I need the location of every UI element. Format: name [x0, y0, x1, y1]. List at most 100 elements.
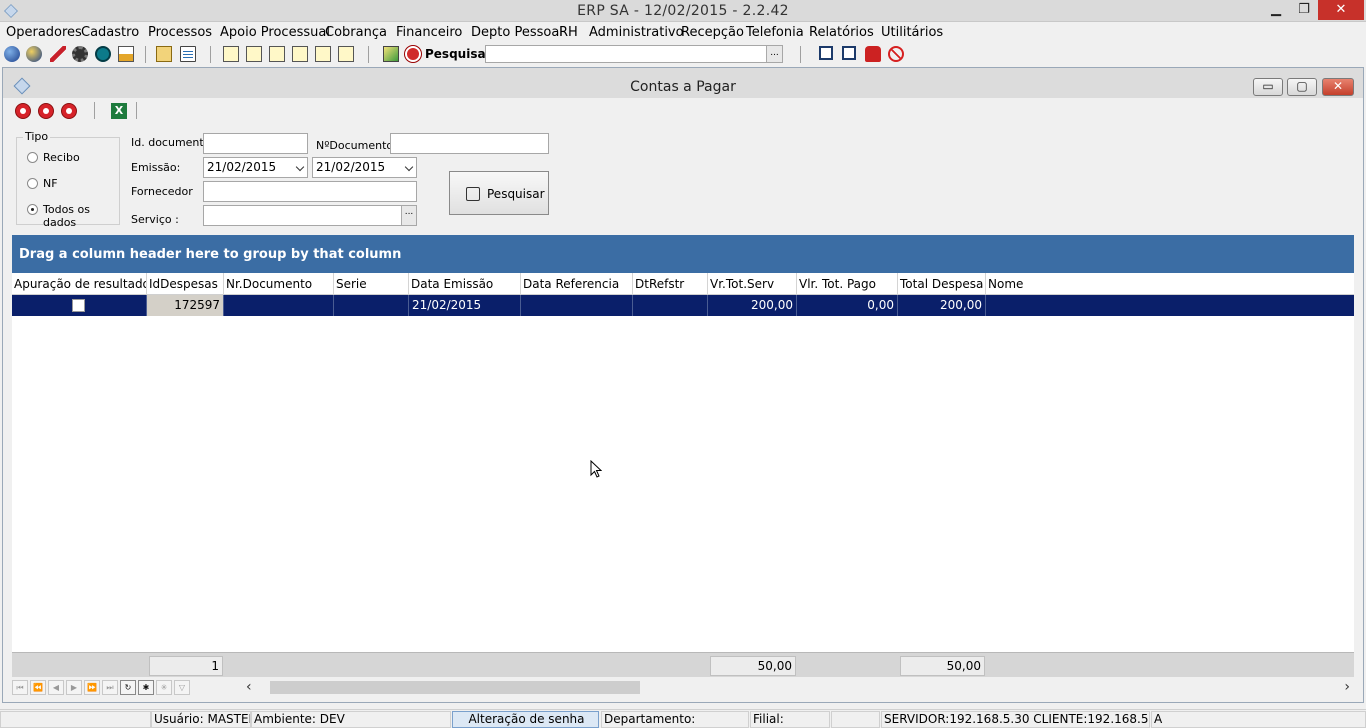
cell-apuracao[interactable]: [12, 295, 147, 316]
globe-icon[interactable]: [26, 46, 42, 62]
child-minimize-button[interactable]: ▭: [1253, 78, 1283, 96]
menu-depto-pessoal[interactable]: Depto Pessoal: [471, 25, 563, 40]
radio-todos-label[interactable]: Todos os dados: [43, 203, 119, 229]
column-apuracao[interactable]: Apuração de resultado: [12, 273, 147, 295]
nav-last-button[interactable]: ⏭: [102, 680, 118, 695]
document-icon[interactable]: [180, 46, 196, 62]
column-total-despesa[interactable]: Total Despesa: [898, 273, 986, 295]
remove-circle-icon[interactable]: [38, 103, 54, 119]
edit-icon[interactable]: [383, 46, 399, 62]
child-close-button[interactable]: ✕: [1322, 78, 1354, 96]
globe-icon[interactable]: [4, 46, 20, 62]
scrollbar-thumb[interactable]: [270, 681, 640, 694]
refresh-icon[interactable]: ↻: [120, 680, 136, 695]
block-icon[interactable]: [888, 46, 904, 62]
phone-icon[interactable]: [865, 46, 881, 62]
cell-data-referencia[interactable]: [521, 295, 633, 316]
column-data-referencia[interactable]: Data Referencia: [521, 273, 633, 295]
menu-financeiro[interactable]: Financeiro: [396, 25, 462, 40]
notebook-icon[interactable]: [338, 46, 354, 62]
cell-data-emissao[interactable]: 21/02/2015: [409, 295, 521, 316]
id-documento-field[interactable]: [203, 133, 308, 154]
folder-open-icon[interactable]: [156, 46, 172, 62]
table-row[interactable]: 172597 21/02/2015 200,00 0,00 200,00: [12, 295, 1354, 316]
menu-operadores[interactable]: Operadores: [6, 25, 82, 40]
excel-icon[interactable]: X: [111, 103, 127, 119]
cell-vlr-tot-pago[interactable]: 0,00: [797, 295, 898, 316]
notebook-icon[interactable]: [223, 46, 239, 62]
goto-bookmark-icon[interactable]: ✳: [156, 680, 172, 695]
horizontal-scrollbar[interactable]: ‹ ›: [246, 679, 1354, 695]
pin-icon[interactable]: [50, 46, 66, 62]
column-nr-documento[interactable]: Nr.Documento: [224, 273, 334, 295]
record-icon[interactable]: [405, 46, 421, 62]
scroll-right-arrow[interactable]: ›: [1344, 679, 1350, 695]
servico-field[interactable]: ...: [203, 205, 417, 226]
radio-todos-os-dados[interactable]: [27, 204, 38, 215]
servico-browse-button[interactable]: ...: [401, 206, 416, 225]
nav-next-page-button[interactable]: ⏩: [84, 680, 100, 695]
cell-nr-documento[interactable]: [224, 295, 334, 316]
menu-processos[interactable]: Processos: [148, 25, 212, 40]
menu-cobranca[interactable]: Cobrança: [325, 25, 387, 40]
column-iddespesas[interactable]: IdDespesas: [147, 273, 224, 295]
cell-iddespesas[interactable]: 172597: [147, 295, 224, 316]
n-documento-field[interactable]: [390, 133, 549, 154]
cell-total-despesa[interactable]: 200,00: [898, 295, 986, 316]
pause-icon[interactable]: [842, 46, 856, 60]
minimize-button[interactable]: ▁: [1262, 0, 1290, 20]
apuracao-checkbox[interactable]: [72, 299, 85, 312]
radio-recibo[interactable]: [27, 152, 38, 163]
settings-icon[interactable]: [95, 46, 111, 62]
child-maximize-button[interactable]: ▢: [1287, 78, 1317, 96]
radio-recibo-label[interactable]: Recibo: [43, 151, 80, 164]
add-circle-icon[interactable]: [15, 103, 31, 119]
cell-dtrefstr[interactable]: [633, 295, 708, 316]
menu-rh[interactable]: RH: [559, 25, 578, 40]
nav-next-button[interactable]: ▶: [66, 680, 82, 695]
chevron-down-icon[interactable]: [404, 162, 414, 172]
cell-serie[interactable]: [334, 295, 409, 316]
menu-utilitarios[interactable]: Utilitários: [881, 25, 943, 40]
alteracao-senha-button[interactable]: Alteração de senha: [452, 711, 599, 728]
filter-icon[interactable]: ▽: [174, 680, 190, 695]
emissao-to-date[interactable]: 21/02/2015: [312, 157, 417, 178]
nav-prev-button[interactable]: ◀: [48, 680, 64, 695]
menu-cadastro[interactable]: Cadastro: [81, 25, 139, 40]
stop-icon[interactable]: [819, 46, 833, 60]
emissao-from-date[interactable]: 21/02/2015: [203, 157, 308, 178]
cell-nome[interactable]: [986, 295, 1354, 316]
close-button[interactable]: ✕: [1318, 0, 1364, 20]
nav-first-button[interactable]: ⏮: [12, 680, 28, 695]
menu-relatorios[interactable]: Relatórios: [809, 25, 874, 40]
radio-nf[interactable]: [27, 178, 38, 189]
cell-vr-tot-serv[interactable]: 200,00: [708, 295, 797, 316]
menu-telefonia[interactable]: Telefonia: [746, 25, 804, 40]
pesquisar-button[interactable]: Pesquisar: [449, 171, 549, 215]
menu-administrativo[interactable]: Administrativo: [589, 25, 684, 40]
fornecedor-field[interactable]: [203, 181, 417, 202]
scroll-left-arrow[interactable]: ‹: [246, 679, 252, 695]
column-serie[interactable]: Serie: [334, 273, 409, 295]
column-vr-tot-serv[interactable]: Vr.Tot.Serv: [708, 273, 797, 295]
column-nome[interactable]: Nome: [986, 273, 1354, 295]
radio-nf-label[interactable]: NF: [43, 177, 58, 190]
search-input[interactable]: ...: [485, 45, 783, 63]
gear-icon[interactable]: [72, 46, 88, 62]
restore-button[interactable]: ❐: [1290, 0, 1318, 20]
column-data-emissao[interactable]: Data Emissão: [409, 273, 521, 295]
notebook-icon[interactable]: [269, 46, 285, 62]
notebook-icon[interactable]: [246, 46, 262, 62]
nav-prev-page-button[interactable]: ⏪: [30, 680, 46, 695]
column-vlr-tot-pago[interactable]: Vlr. Tot. Pago: [797, 273, 898, 295]
notebook-icon[interactable]: [315, 46, 331, 62]
chevron-down-icon[interactable]: [295, 162, 305, 172]
house-icon[interactable]: [118, 46, 134, 62]
menu-recepcao[interactable]: Recepção: [681, 25, 744, 40]
notebook-icon[interactable]: [292, 46, 308, 62]
grid-body[interactable]: [12, 316, 1354, 652]
menu-apoio-processual[interactable]: Apoio Processual: [220, 25, 330, 40]
search-browse-button[interactable]: ...: [766, 46, 782, 62]
group-by-panel[interactable]: Drag a column header here to group by th…: [12, 235, 1354, 273]
cancel-circle-icon[interactable]: [61, 103, 77, 119]
